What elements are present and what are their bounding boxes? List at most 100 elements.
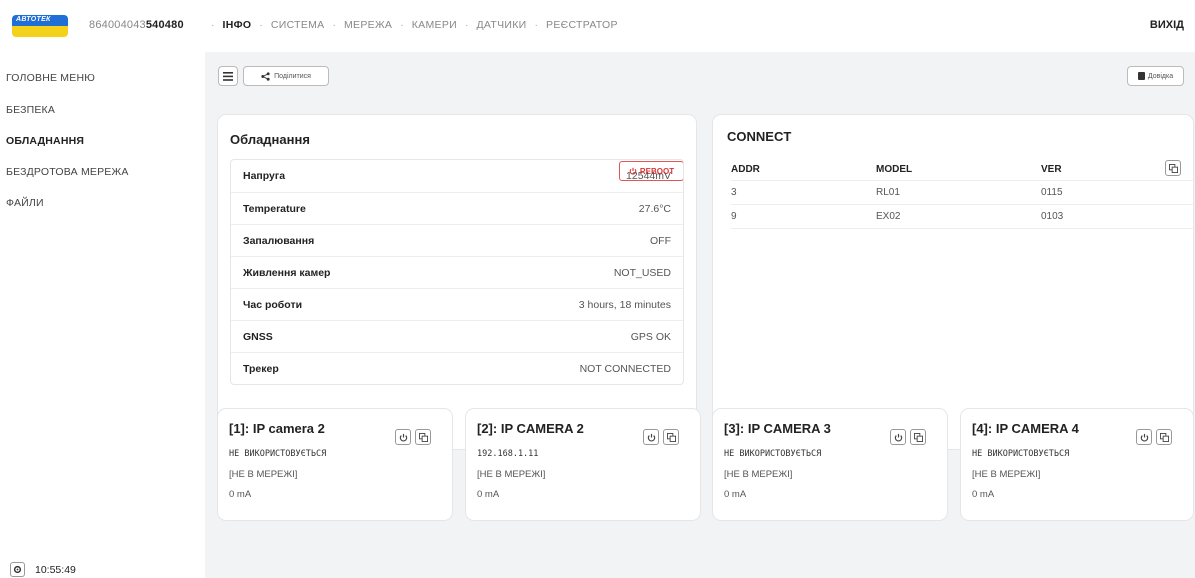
power-icon bbox=[894, 433, 902, 441]
nav-separator: · bbox=[400, 19, 404, 31]
camera-copy-button[interactable] bbox=[910, 429, 926, 445]
cell-ver: 0115 bbox=[1041, 187, 1063, 198]
camera-address: НЕ ВИКОРИСТОВУЄТЬСЯ bbox=[724, 449, 822, 459]
list-icon bbox=[223, 71, 233, 81]
power-icon bbox=[647, 433, 655, 441]
settings-gear-icon[interactable] bbox=[10, 562, 25, 577]
clock-area: 10:55:49 bbox=[10, 562, 76, 577]
camera-card-3: [3]: IP CAMERA 3 НЕ ВИКОРИСТОВУЄТЬСЯ [НЕ… bbox=[713, 409, 947, 520]
column-header-model: MODEL bbox=[876, 164, 913, 175]
row-value: 12544mV bbox=[626, 170, 671, 182]
row-value: 27.6°C bbox=[638, 202, 671, 215]
share-button[interactable]: Поділитися bbox=[243, 66, 329, 86]
camera-status: [НЕ В МЕРЕЖІ] bbox=[229, 469, 298, 480]
nav-item-network[interactable]: МЕРЕЖА bbox=[344, 19, 392, 31]
hardware-card-title: Обладнання bbox=[230, 132, 310, 147]
nav-item-system[interactable]: СИСТЕМА bbox=[271, 19, 325, 31]
main-content: Поділитися Довідка Обладнання REBOOT Нап… bbox=[205, 52, 1195, 578]
table-row: Temperature 27.6°C bbox=[231, 192, 683, 224]
copy-icon bbox=[1159, 432, 1169, 442]
help-label: Довідка bbox=[1147, 72, 1174, 80]
row-value: NOT CONNECTED bbox=[579, 362, 671, 375]
nav-separator: · bbox=[211, 19, 215, 31]
camera-address: 192.168.1.11 bbox=[477, 449, 539, 459]
main-nav: · ІНФО · СИСТЕМА · МЕРЕЖА · КАМЕРИ · ДАТ… bbox=[203, 19, 618, 31]
table-row: Трекер NOT CONNECTED bbox=[231, 352, 683, 384]
sidebar-item-security[interactable]: БЕЗПЕКА bbox=[6, 104, 55, 116]
nav-separator: · bbox=[464, 19, 469, 31]
copy-icon bbox=[913, 432, 923, 442]
row-key: Напруга bbox=[243, 170, 286, 182]
device-id: 864004043540480 bbox=[89, 19, 184, 31]
row-key: Час роботи bbox=[243, 298, 303, 311]
logo-yellow-band bbox=[12, 26, 68, 37]
device-id-prefix: 864004043 bbox=[89, 19, 146, 31]
share-label: Поділитися bbox=[274, 72, 311, 80]
clock-time: 10:55:49 bbox=[35, 563, 76, 576]
logo-text: АВТОТЕК bbox=[16, 16, 51, 23]
camera-status: [НЕ В МЕРЕЖІ] bbox=[477, 469, 546, 480]
nav-item-info[interactable]: ІНФО bbox=[223, 19, 252, 31]
power-icon bbox=[1140, 433, 1148, 441]
camera-status: [НЕ В МЕРЕЖІ] bbox=[972, 469, 1041, 480]
brand-logo[interactable]: АВТОТЕК bbox=[12, 15, 68, 37]
nav-item-sensors[interactable]: ДАТЧИКИ bbox=[476, 19, 526, 31]
sidebar-item-main-menu[interactable]: ГОЛОВНЕ МЕНЮ bbox=[6, 72, 95, 84]
power-icon bbox=[399, 433, 407, 441]
camera-status: [НЕ В МЕРЕЖІ] bbox=[724, 469, 793, 480]
camera-current: 0 mA bbox=[724, 489, 747, 500]
camera-card-2: [2]: IP CAMERA 2 192.168.1.11 [НЕ В МЕРЕ… bbox=[466, 409, 700, 520]
top-bar: АВТОТЕК 864004043540480 · ІНФО · СИСТЕМА… bbox=[0, 0, 1195, 52]
camera-current: 0 mA bbox=[972, 489, 995, 500]
camera-title: [1]: IP camera 2 bbox=[229, 421, 325, 436]
camera-card-1: [1]: IP camera 2 НЕ ВИКОРИСТОВУЄТЬСЯ [НЕ… bbox=[218, 409, 452, 520]
hardware-card: Обладнання REBOOT Напруга 12544mV Tempera… bbox=[218, 115, 696, 449]
nav-item-cameras[interactable]: КАМЕРИ bbox=[412, 19, 457, 31]
list-view-button[interactable] bbox=[218, 66, 238, 86]
cell-ver: 0103 bbox=[1041, 211, 1064, 222]
table-row: 3 RL01 0115 bbox=[731, 181, 1195, 205]
row-key: Живлення камер bbox=[243, 266, 331, 279]
camera-power-button[interactable] bbox=[643, 429, 659, 445]
table-row: Час роботи 3 hours, 18 minutes bbox=[231, 288, 683, 320]
row-key: GNSS bbox=[243, 330, 273, 343]
copy-icon bbox=[666, 432, 676, 442]
table-row: 9 EX02 0103 bbox=[731, 205, 1195, 229]
book-icon bbox=[1137, 72, 1145, 80]
table-row: Напруга 12544mV bbox=[231, 160, 683, 192]
sidebar-item-files[interactable]: ФАЙЛИ bbox=[6, 197, 44, 209]
camera-address: НЕ ВИКОРИСТОВУЄТЬСЯ bbox=[229, 449, 327, 459]
cell-addr: 3 bbox=[731, 187, 737, 198]
row-key: Трекер bbox=[243, 362, 279, 375]
cell-model: EX02 bbox=[876, 211, 901, 222]
camera-card-4: [4]: IP CAMERA 4 НЕ ВИКОРИСТОВУЄТЬСЯ [НЕ… bbox=[961, 409, 1193, 520]
help-button[interactable]: Довідка bbox=[1127, 66, 1184, 86]
camera-power-button[interactable] bbox=[890, 429, 906, 445]
device-id-suffix: 540480 bbox=[145, 19, 184, 31]
camera-power-button[interactable] bbox=[1136, 429, 1152, 445]
camera-current: 0 mA bbox=[229, 489, 252, 500]
camera-power-button[interactable] bbox=[395, 429, 411, 445]
row-value: GPS OK bbox=[630, 330, 671, 343]
nav-separator: · bbox=[259, 19, 263, 31]
camera-current: 0 mA bbox=[477, 489, 500, 500]
connect-card-title: CONNECT bbox=[727, 129, 792, 144]
camera-copy-button[interactable] bbox=[663, 429, 679, 445]
copy-icon bbox=[418, 432, 428, 442]
sidebar-item-hardware[interactable]: ОБЛАДНАННЯ bbox=[6, 135, 84, 147]
nav-item-recorder[interactable]: РЕЄСТРАТОР bbox=[546, 19, 618, 31]
row-value: OFF bbox=[650, 234, 671, 247]
table-row: Живлення камер NOT_USED bbox=[231, 256, 683, 288]
camera-copy-button[interactable] bbox=[415, 429, 431, 445]
column-header-ver: VER bbox=[1041, 164, 1062, 175]
nav-separator: · bbox=[332, 19, 336, 31]
sidebar-item-wireless[interactable]: БЕЗДРОТОВА МЕРЕЖА bbox=[6, 166, 129, 178]
camera-title: [2]: IP CAMERA 2 bbox=[477, 421, 584, 436]
table-row: Запалювання OFF bbox=[231, 224, 683, 256]
table-row: GNSS GPS OK bbox=[231, 320, 683, 352]
exit-link[interactable]: ВИХІД bbox=[1150, 19, 1184, 31]
camera-copy-button[interactable] bbox=[1156, 429, 1172, 445]
camera-address: НЕ ВИКОРИСТОВУЄТЬСЯ bbox=[972, 449, 1070, 459]
connect-card: CONNECT ADDR MODEL VER 3 RL01 0115 9 EX0… bbox=[713, 115, 1195, 449]
camera-title: [4]: IP CAMERA 4 bbox=[972, 421, 1079, 436]
